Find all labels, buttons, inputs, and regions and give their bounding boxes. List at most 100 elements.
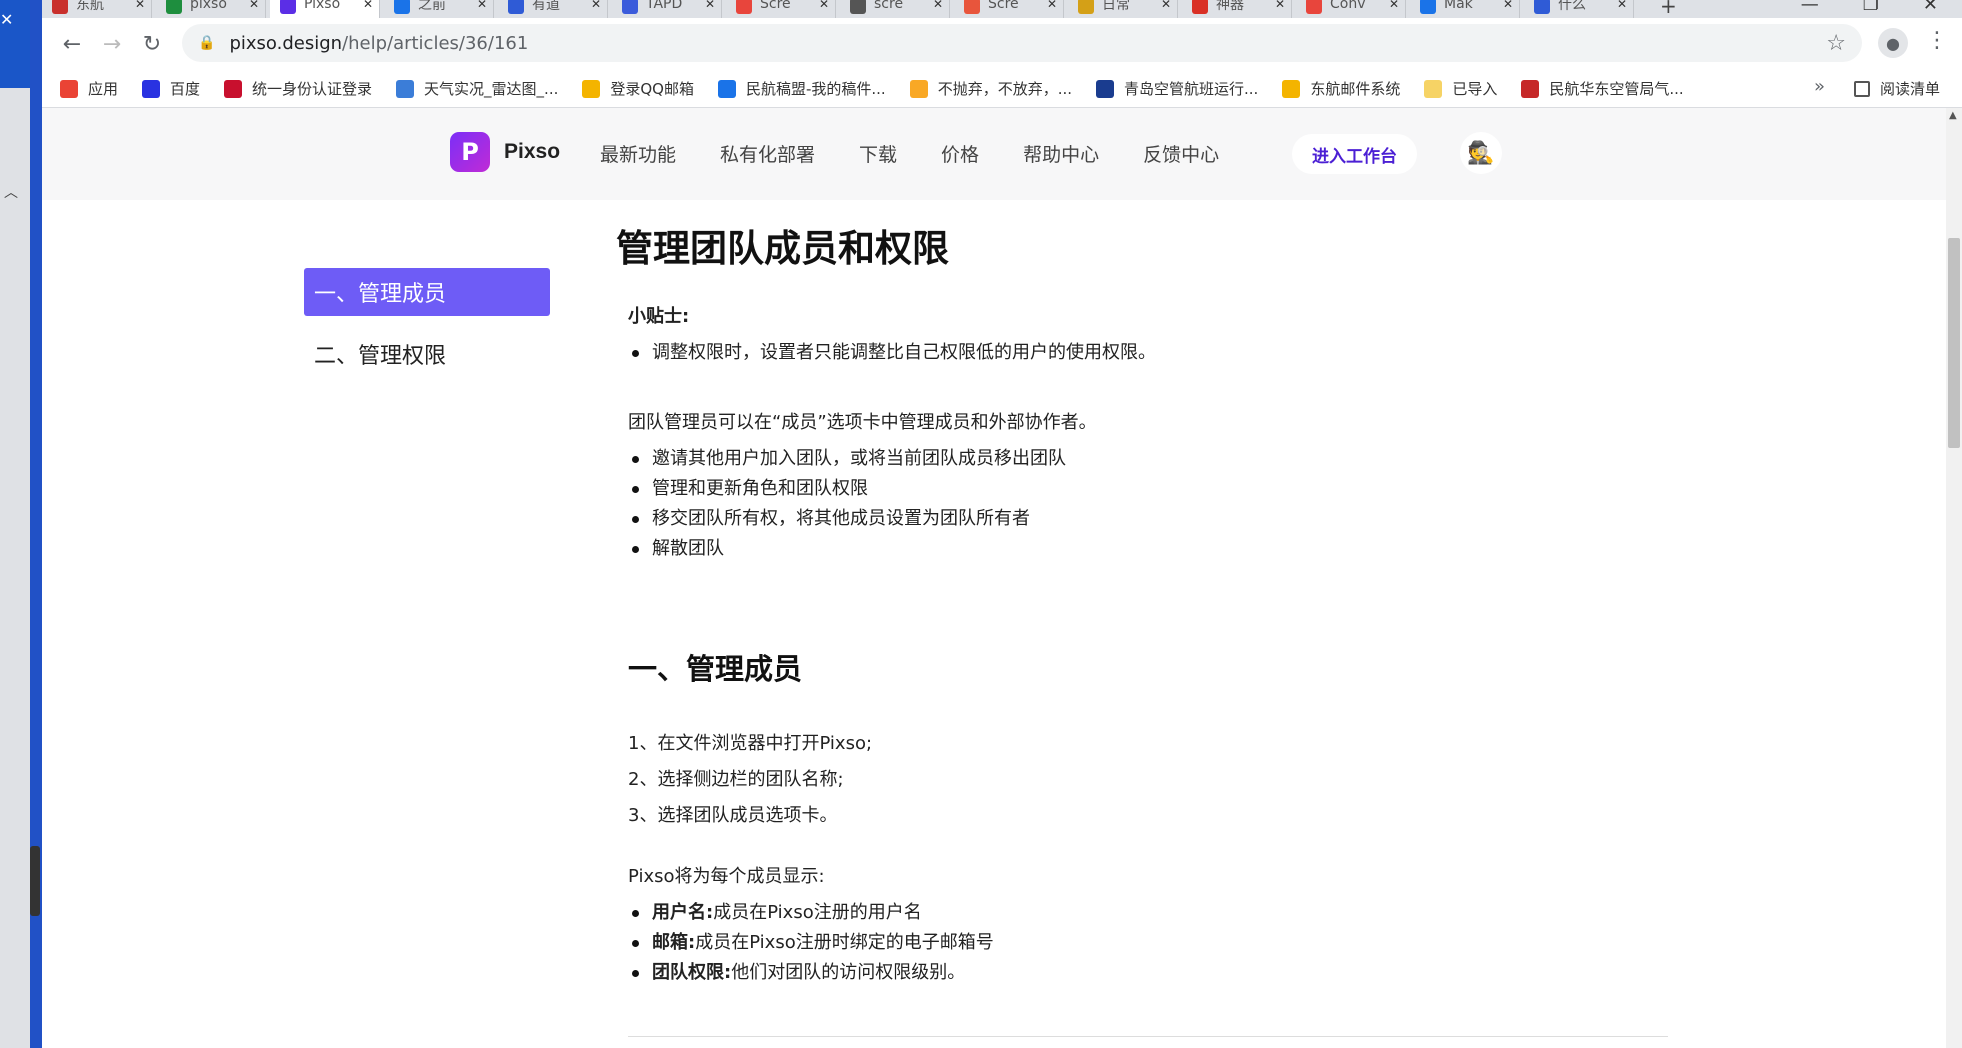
bookmark-label: 东航邮件系统 [1310, 80, 1401, 98]
tab-title: Conv [1330, 0, 1366, 12]
browser-tab[interactable]: Mak ✕ [1410, 0, 1520, 18]
browser-tab[interactable]: 神器 ✕ [1182, 0, 1292, 18]
tab-close-icon[interactable]: ✕ [363, 0, 379, 11]
user-avatar[interactable]: 🕵 [1460, 132, 1502, 174]
resize-handle[interactable] [30, 846, 40, 916]
site-nav-item[interactable]: 私有化部署 [720, 140, 815, 167]
site-nav-item[interactable]: 帮助中心 [1023, 140, 1099, 167]
bookmark-item[interactable]: 东航邮件系统 [1282, 78, 1400, 99]
browser-tab[interactable]: 有道 ✕ [498, 0, 608, 18]
tab-title: Mak [1444, 0, 1473, 12]
browser-menu-icon[interactable]: ⋮ [1926, 28, 1948, 53]
pixso-logo[interactable]: P Pixso [450, 132, 560, 172]
scrollbar-thumb[interactable] [1948, 238, 1960, 448]
tab-close-icon[interactable]: ✕ [1047, 0, 1063, 11]
url-text[interactable]: pixso.design/help/articles/36/161 [229, 33, 528, 54]
bookmark-item[interactable]: 应用 [60, 78, 118, 99]
site-nav-item[interactable]: 反馈中心 [1143, 140, 1219, 167]
divider [628, 1036, 1668, 1037]
tab-close-icon[interactable]: ✕ [591, 0, 607, 11]
bookmark-label: 民航华东空管局气... [1549, 80, 1684, 98]
section-heading-manage-members: 一、管理成员 [628, 652, 803, 686]
tab-favicon-icon [850, 0, 866, 14]
bookmark-item[interactable]: 已导入 [1424, 78, 1497, 99]
browser-tab[interactable]: 东航 ✕ [42, 0, 152, 18]
browser-tab[interactable]: Conv ✕ [1296, 0, 1406, 18]
tab-close-icon[interactable]: ✕ [933, 0, 949, 11]
bookmark-favicon-icon [1521, 79, 1540, 98]
tab-favicon-icon [508, 0, 524, 14]
browser-tab[interactable]: 日常 ✕ [1068, 0, 1178, 18]
tab-close-icon[interactable]: ✕ [249, 0, 265, 11]
pixso-logo-mark: P [450, 132, 490, 172]
site-nav-item[interactable]: 价格 [941, 140, 979, 167]
back-button[interactable]: ← [52, 32, 92, 57]
chevron-up-icon[interactable]: ︿ [4, 182, 18, 202]
tab-close-icon[interactable]: ✕ [1161, 0, 1177, 11]
new-tab-button[interactable]: + [1660, 0, 1677, 18]
site-header: P Pixso 最新功能 私有化部署 下载 价格 帮助中心 反馈中心 进入工作台 🕵 [42, 108, 1946, 200]
reload-button[interactable]: ↻ [132, 32, 172, 57]
browser-tab[interactable]: 什么 ✕ [1524, 0, 1634, 18]
tab-close-icon[interactable]: ✕ [1617, 0, 1633, 11]
pixso-logo-name: Pixso [504, 140, 561, 163]
bookmark-favicon-icon [60, 79, 78, 98]
browser-tab[interactable]: pixso ✕ [156, 0, 266, 18]
tab-close-icon[interactable]: ✕ [135, 0, 151, 11]
close-icon[interactable]: ✕ [0, 10, 14, 29]
bookmark-label: 天气实况_雷达图_... [424, 80, 559, 98]
enter-workspace-button[interactable]: 进入工作台 [1292, 134, 1417, 174]
browser-tab[interactable]: 之前 ✕ [384, 0, 494, 18]
field-value: 成员在Pixso注册时绑定的电子邮箱号 [695, 932, 994, 953]
browser-tab[interactable]: TAPD ✕ [612, 0, 722, 18]
bookmark-item[interactable]: 统一身份认证登录 [224, 78, 372, 99]
bookmark-item[interactable]: 百度 [142, 78, 200, 99]
tab-close-icon[interactable]: ✕ [1503, 0, 1519, 11]
toc-item[interactable]: 一、管理成员 [304, 268, 550, 316]
url-path: /help/articles/36/161 [342, 32, 529, 54]
tab-close-icon[interactable]: ✕ [705, 0, 721, 11]
reading-list-button[interactable]: 阅读清单 [1854, 78, 1940, 99]
close-window-icon[interactable]: ✕ [1923, 0, 1938, 15]
bookmark-label: 应用 [88, 80, 119, 98]
bookmark-item[interactable]: 登录QQ邮箱 [582, 78, 694, 99]
address-bar[interactable]: 🔒 pixso.design/help/articles/36/161 ☆ [182, 24, 1862, 62]
bookmark-item[interactable]: 青岛空管航班运行... [1096, 78, 1258, 99]
browser-window: 什么 ✕ Mak ✕ Conv ✕ 神器 ✕ 日常 ✕ Scre ✕ scre ✕ Scre ✕ TAPD ✕ 有道… [42, 0, 1962, 1048]
maximize-icon[interactable]: ❐ [1863, 0, 1879, 15]
page-scrollbar[interactable]: ▲ [1946, 108, 1962, 1048]
bookmark-item[interactable]: 天气实况_雷达图_... [396, 78, 558, 99]
steps-list: 1、在文件浏览器中打开Pixso; 2、选择侧边栏的团队名称; 3、选择团队成员选项… [628, 726, 1696, 834]
tip-list: 调整权限时，设置者只能调整比自己权限低的用户的使用权限。 [628, 338, 1696, 368]
tab-close-icon[interactable]: ✕ [1389, 0, 1405, 11]
tab-close-icon[interactable]: ✕ [477, 0, 493, 11]
bookmark-item[interactable]: 民航稿盟-我的稿件... [717, 78, 886, 99]
minimize-icon[interactable]: — [1801, 0, 1819, 15]
forward-button[interactable]: → [92, 32, 132, 57]
browser-tab[interactable]: scre ✕ [840, 0, 950, 18]
bookmarks-bar: 应用 百度 统一身份认证登录 天气实况_雷达图_... 登录QQ邮箱 民航稿盟-我的稿件.… [42, 70, 1962, 108]
browser-tab[interactable]: Scre ✕ [726, 0, 836, 18]
bookmark-item[interactable]: 不抛弃，不放弃，... [909, 78, 1072, 99]
lock-icon[interactable]: 🔒 [198, 35, 215, 51]
profile-avatar-icon[interactable]: ● [1878, 28, 1908, 58]
bookmark-favicon-icon [224, 79, 243, 98]
list-item: 调整权限时，设置者只能调整比自己权限低的用户的使用权限。 [628, 338, 1696, 368]
tab-favicon-icon [736, 0, 752, 14]
bookmark-star-icon[interactable]: ☆ [1826, 31, 1846, 56]
tab-close-icon[interactable]: ✕ [819, 0, 835, 11]
list-item: 移交团队所有权，将其他成员设置为团队所有者 [628, 504, 1696, 534]
scroll-up-arrow-icon[interactable]: ▲ [1949, 110, 1957, 121]
tab-close-icon[interactable]: ✕ [1275, 0, 1291, 11]
browser-tab[interactable]: Scre ✕ [954, 0, 1064, 18]
intro-paragraph: 团队管理员可以在“成员”选项卡中管理成员和外部协作者。 [628, 412, 1097, 433]
site-nav-item[interactable]: 最新功能 [600, 140, 676, 167]
browser-tab[interactable]: Pixso ✕ [270, 0, 380, 18]
tab-title: Scre [760, 0, 791, 12]
toc-item[interactable]: 二、管理权限 [304, 330, 550, 378]
bookmark-item[interactable]: 民航华东空管局气... [1521, 78, 1684, 99]
capability-list: 邀请其他用户加入团队，或将当前团队成员移出团队 管理和更新角色和团队权限 移交团队所… [628, 444, 1696, 564]
bookmark-label: 百度 [170, 80, 201, 98]
bookmarks-overflow-button[interactable]: » [1814, 76, 1825, 97]
site-nav-item[interactable]: 下载 [859, 140, 897, 167]
